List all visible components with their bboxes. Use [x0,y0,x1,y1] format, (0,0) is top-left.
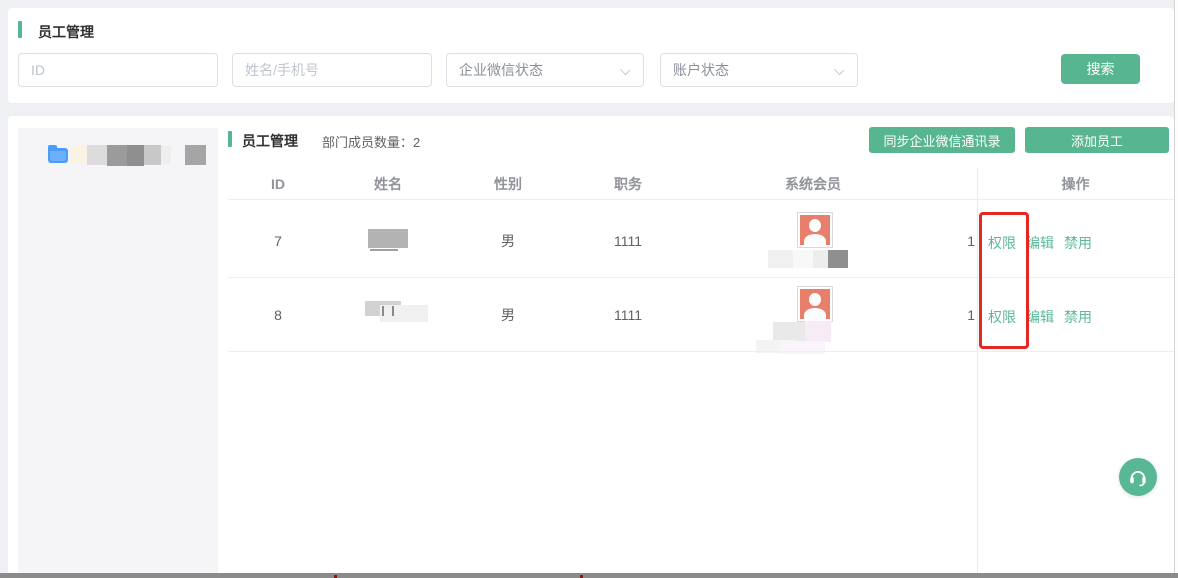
cell-gender: 男 [448,226,568,256]
chevron-down-icon [620,65,630,75]
filter-card: 员工管理 企业微信状态 账户状态 搜索 [8,8,1174,103]
avatar [797,212,833,248]
clipped-cell-value: 1 [948,300,975,330]
permission-link[interactable]: 权限 [988,233,1016,253]
support-button[interactable] [1119,458,1157,496]
search-button[interactable]: 搜索 [1061,54,1140,84]
member-count-label: 部门成员数量：2 [322,132,420,151]
page-title: 员工管理 [38,22,94,42]
header-divider [228,199,1174,200]
col-header-name: 姓名 [328,168,448,199]
edit-link[interactable]: 编辑 [1026,307,1054,327]
panel-title-accent-bar [228,131,232,147]
row-actions: 权限 编辑 禁用 [988,233,1092,253]
chevron-down-icon [834,65,844,75]
redacted-department-name [71,146,87,164]
cell-id: 8 [228,300,328,330]
permission-link[interactable]: 权限 [988,307,1016,327]
window-bottom-bar [0,573,1178,578]
folder-icon [48,148,68,163]
edit-link[interactable]: 编辑 [1026,233,1054,253]
clipped-cell-value: 1 [948,226,975,256]
col-header-member: 系统会员 [688,168,938,199]
disable-link[interactable]: 禁用 [1064,233,1092,253]
cell-job: 1111 [568,226,688,256]
add-employee-button[interactable]: 添加员工 [1025,127,1169,153]
fixed-column-divider [977,168,978,573]
col-header-id: ID [228,168,328,199]
name-phone-input[interactable] [232,53,432,87]
department-tree-sidebar [18,128,218,574]
row-divider [228,277,1174,278]
title-accent-bar [18,21,22,38]
disable-link[interactable]: 禁用 [1064,307,1092,327]
department-tree-item[interactable] [48,144,206,166]
wechat-status-select-value: 企业微信状态 [459,60,543,80]
redacted-member-name [768,250,793,268]
employee-panel: 员工管理 部门成员数量：2 同步企业微信通讯录 添加员工 ID 姓名 性别 职务… [8,116,1174,578]
wechat-status-select[interactable]: 企业微信状态 [446,53,644,87]
cell-gender: 男 [448,300,568,330]
col-header-gender: 性别 [448,168,568,199]
col-header-actions: 操作 [977,168,1174,199]
col-header-job: 职务 [568,168,688,199]
cell-id: 7 [228,226,328,256]
page: 员工管理 企业微信状态 账户状态 搜索 [0,0,1178,578]
window-right-border [1174,0,1175,578]
account-status-select[interactable]: 账户状态 [660,53,858,87]
cell-job: 1111 [568,300,688,330]
account-status-select-value: 账户状态 [673,60,729,80]
id-input[interactable] [18,53,218,87]
redacted-member-name [773,322,805,342]
redacted-name [368,229,408,248]
avatar [797,286,833,322]
row-actions: 权限 编辑 禁用 [988,307,1092,327]
row-divider [228,351,1174,352]
sync-wechat-contacts-button[interactable]: 同步企业微信通讯录 [869,127,1015,153]
panel-title: 员工管理 [242,131,298,151]
support-headset-icon [1127,466,1149,488]
